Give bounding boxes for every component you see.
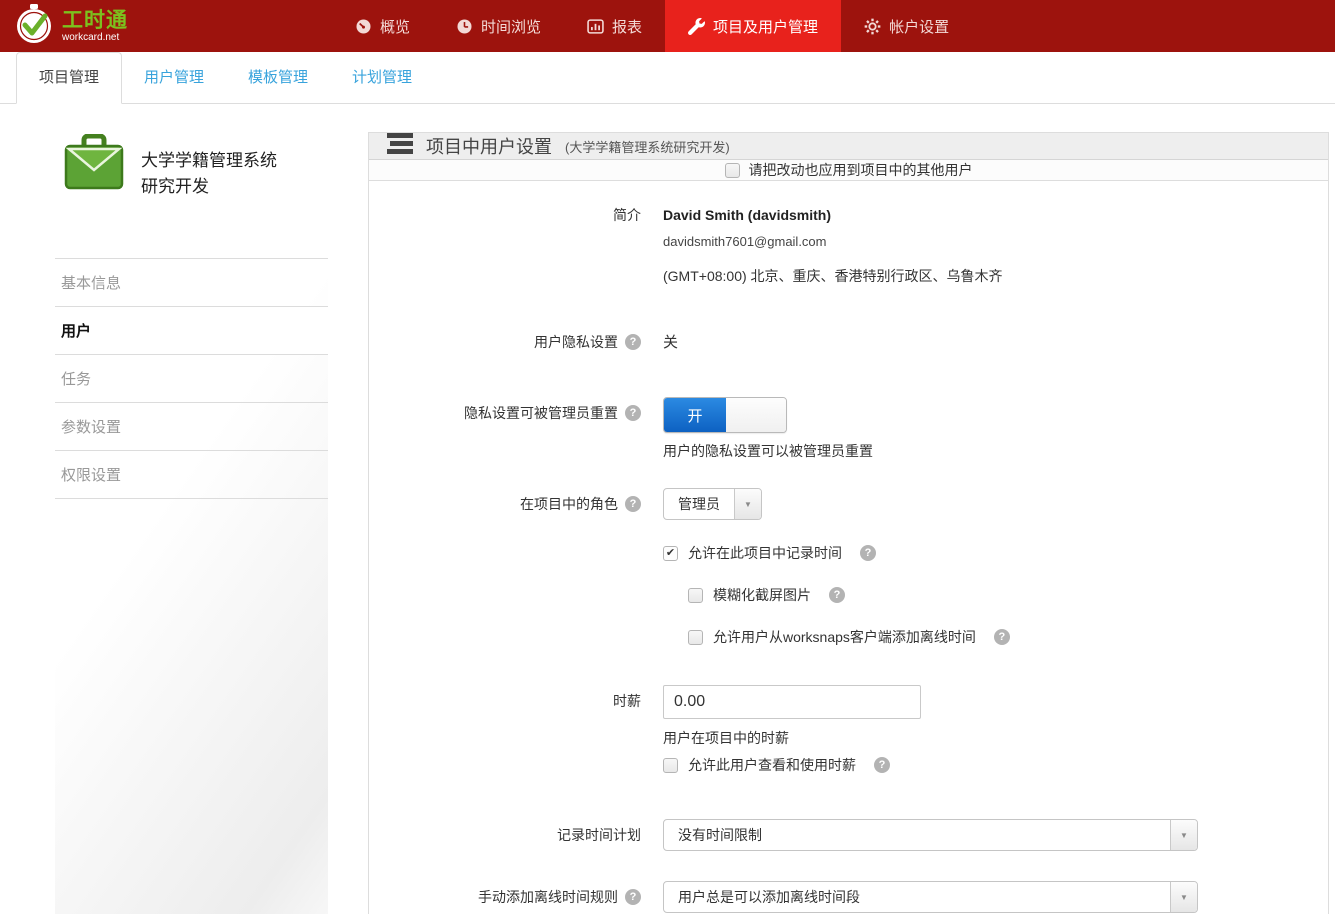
gear-icon	[864, 18, 881, 35]
apply-to-others-label: 请把改动也应用到项目中的其他用户	[749, 160, 973, 180]
tasks-icon	[387, 133, 413, 159]
section-tabbar: 项目管理 用户管理 模板管理 计划管理	[0, 52, 1335, 104]
nav-item-label: 时间浏览	[481, 16, 541, 37]
top-navigation: 工时通 workcard.net 概览 时间浏览 报表 项目及用	[0, 0, 1335, 52]
schedule-label: 记录时间计划	[557, 827, 641, 844]
wrench-icon	[688, 18, 705, 35]
briefcase-icon	[63, 134, 125, 258]
hourly-rate-label: 时薪	[613, 693, 641, 710]
profile-name: David Smith (davidsmith)	[663, 207, 1328, 223]
tab-plan-management[interactable]: 计划管理	[330, 53, 434, 103]
hourly-rate-input[interactable]	[663, 685, 921, 719]
privacy-reset-row: 隐私设置可被管理员重置 开 用户的隐私设置可以被管理员重置	[369, 397, 1328, 461]
privacy-label: 用户隐私设置	[534, 334, 618, 351]
nav-item-account-settings[interactable]: 帐户设置	[841, 0, 972, 52]
panel-title: 项目中用户设置	[426, 133, 552, 159]
schedule-row: 记录时间计划 没有时间限制 ▼	[369, 819, 1328, 851]
nav-item-label: 概览	[380, 16, 410, 37]
content-area: 大学学籍管理系统 研究开发 基本信息 用户 任务 参数设置 权限设置 项目中用户…	[0, 104, 1335, 914]
allow-view-rate-checkbox[interactable]	[663, 758, 678, 773]
schedule-select[interactable]: 没有时间限制 ▼	[663, 819, 1198, 851]
project-card: 大学学籍管理系统 研究开发	[55, 132, 328, 258]
tab-user-management[interactable]: 用户管理	[122, 53, 226, 103]
offline-rule-label: 手动添加离线时间规则	[478, 889, 618, 906]
sidebar-item-permission-settings[interactable]: 权限设置	[55, 450, 328, 499]
chevron-down-icon: ▼	[1170, 820, 1197, 850]
offline-from-client-checkbox[interactable]	[688, 630, 703, 645]
hourly-rate-row: 时薪 用户在项目中的时薪 允许此用户查看和使用时薪	[369, 685, 1328, 775]
nav-item-label: 帐户设置	[889, 16, 949, 37]
offline-from-client-label: 允许用户从worksnaps客户端添加离线时间	[713, 627, 976, 647]
role-row: 在项目中的角色 管理员 ▼	[369, 488, 1328, 520]
nav-items: 概览 时间浏览 报表 项目及用户管理 帐户设置	[332, 0, 972, 52]
help-icon[interactable]	[625, 496, 641, 512]
sidebar-item-users[interactable]: 用户	[55, 306, 328, 354]
nav-item-time-browse[interactable]: 时间浏览	[433, 0, 564, 52]
bar-chart-icon	[587, 18, 604, 35]
offline-rule-select-value: 用户总是可以添加离线时间段	[664, 882, 1170, 912]
help-icon[interactable]	[625, 334, 641, 350]
help-icon[interactable]	[874, 757, 890, 773]
brand-subtitle: workcard.net	[62, 32, 128, 43]
allow-view-rate-label: 允许此用户查看和使用时薪	[688, 755, 856, 775]
help-icon[interactable]	[625, 889, 641, 905]
project-name: 大学学籍管理系统 研究开发	[141, 134, 277, 258]
nav-item-label: 报表	[612, 16, 642, 37]
nav-item-label: 项目及用户管理	[713, 16, 818, 37]
toggle-on-segment: 开	[664, 398, 726, 432]
log-time-label: 允许在此项目中记录时间	[688, 543, 842, 563]
apply-to-others-checkbox[interactable]	[725, 163, 740, 178]
chevron-down-icon: ▼	[734, 489, 761, 519]
help-icon[interactable]	[860, 545, 876, 561]
privacy-reset-toggle[interactable]: 开	[663, 397, 787, 433]
sidebar-item-tasks[interactable]: 任务	[55, 354, 328, 402]
privacy-value: 关	[663, 334, 678, 351]
offline-rule-select[interactable]: 用户总是可以添加离线时间段 ▼	[663, 881, 1198, 913]
role-label: 在项目中的角色	[520, 496, 618, 513]
help-icon[interactable]	[829, 587, 845, 603]
tab-project-management[interactable]: 项目管理	[16, 52, 122, 104]
chevron-down-icon: ▼	[1170, 882, 1197, 912]
profile-row: 简介 David Smith (davidsmith) davidsmith76…	[369, 207, 1328, 286]
tab-template-management[interactable]: 模板管理	[226, 53, 330, 103]
role-select-value: 管理员	[664, 489, 734, 519]
help-icon[interactable]	[994, 629, 1010, 645]
dashboard-icon	[355, 18, 372, 35]
nav-item-overview[interactable]: 概览	[332, 0, 433, 52]
project-sidebar: 大学学籍管理系统 研究开发 基本信息 用户 任务 参数设置 权限设置	[55, 132, 328, 914]
panel-header: 项目中用户设置 (大学学籍管理系统研究开发)	[369, 133, 1328, 160]
log-time-row: 允许在此项目中记录时间	[369, 543, 1328, 563]
log-time-checkbox[interactable]	[663, 546, 678, 561]
clock-check-logo-icon	[14, 3, 54, 50]
user-settings-form: 简介 David Smith (davidsmith) davidsmith76…	[369, 181, 1328, 914]
brand-title: 工时通	[62, 10, 128, 32]
offline-from-client-row: 允许用户从worksnaps客户端添加离线时间	[369, 627, 1328, 647]
profile-timezone: (GMT+08:00) 北京、重庆、香港特别行政区、乌鲁木齐	[663, 266, 1328, 286]
privacy-reset-label: 隐私设置可被管理员重置	[464, 405, 618, 422]
profile-email: davidsmith7601@gmail.com	[663, 234, 1328, 249]
profile-label: 简介	[613, 207, 641, 224]
role-select[interactable]: 管理员 ▼	[663, 488, 762, 520]
nav-item-project-user-management[interactable]: 项目及用户管理	[665, 0, 841, 52]
brand-logo[interactable]: 工时通 workcard.net	[0, 0, 220, 52]
privacy-row: 用户隐私设置 关	[369, 334, 1328, 352]
clock-icon	[456, 18, 473, 35]
help-icon[interactable]	[625, 405, 641, 421]
sidebar-menu: 基本信息 用户 任务 参数设置 权限设置	[55, 258, 328, 499]
apply-to-others-row: 请把改动也应用到项目中的其他用户	[369, 160, 1328, 181]
hourly-rate-caption: 用户在项目中的时薪	[663, 728, 1328, 748]
blur-screenshot-row: 模糊化截屏图片	[369, 585, 1328, 605]
toggle-off-segment	[726, 398, 786, 432]
offline-rule-row: 手动添加离线时间规则 用户总是可以添加离线时间段 ▼	[369, 881, 1328, 913]
privacy-reset-caption: 用户的隐私设置可以被管理员重置	[663, 441, 1328, 461]
sidebar-item-parameter-settings[interactable]: 参数设置	[55, 402, 328, 450]
nav-item-reports[interactable]: 报表	[564, 0, 665, 52]
panel-subtitle: (大学学籍管理系统研究开发)	[565, 137, 730, 156]
blur-screenshot-checkbox[interactable]	[688, 588, 703, 603]
schedule-select-value: 没有时间限制	[664, 820, 1170, 850]
user-settings-panel: 项目中用户设置 (大学学籍管理系统研究开发) 请把改动也应用到项目中的其他用户 …	[368, 132, 1329, 914]
blur-screenshot-label: 模糊化截屏图片	[713, 585, 811, 605]
sidebar-item-basic-info[interactable]: 基本信息	[55, 258, 328, 306]
